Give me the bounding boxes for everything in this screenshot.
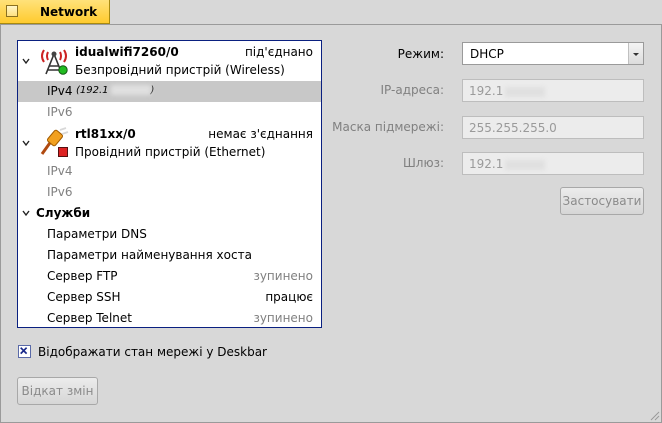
gateway-label: Шлюз:: [402, 156, 444, 170]
deskbar-checkbox-label: Відображати стан мережі у Deskbar: [38, 345, 267, 359]
window-tab[interactable]: Network: [0, 0, 110, 24]
window-title: Network: [40, 5, 98, 19]
service-item-hostname[interactable]: Параметри найменування хоста: [18, 245, 321, 266]
mode-label: Режим:: [397, 47, 444, 61]
interface-status: під'єднано: [244, 45, 313, 59]
protocol-item-ipv6[interactable]: IPv6: [18, 102, 321, 123]
network-list[interactable]: idualwifi7260/0 під'єднано Безпровідний …: [17, 40, 322, 328]
protocol-item-ipv4[interactable]: IPv4: [18, 161, 321, 182]
protocol-label: IPv6: [47, 185, 73, 199]
interface-item-wireless[interactable]: idualwifi7260/0 під'єднано Безпровідний …: [18, 41, 321, 81]
disconnected-status-icon: [58, 147, 68, 157]
subnet-mask-field[interactable]: 255.255.255.0: [462, 116, 644, 139]
service-label: Параметри найменування хоста: [47, 248, 252, 262]
resize-grip-icon[interactable]: [650, 411, 660, 421]
chevron-down-icon[interactable]: [22, 209, 30, 217]
mode-select[interactable]: DHCP: [462, 42, 644, 65]
subnet-mask-label: Маска підмережі:: [332, 120, 444, 134]
service-label: Сервер Telnet: [47, 311, 132, 325]
protocol-label: IPv4: [47, 164, 73, 178]
interface-item-ethernet[interactable]: rtl81xx/0 немає з'єднання Провідний прис…: [18, 123, 321, 163]
service-status: зупинено: [253, 269, 313, 283]
service-item-ftp[interactable]: Сервер FTP зупинено: [18, 266, 321, 287]
close-window-button[interactable]: [6, 5, 18, 17]
interface-type: Провідний пристрій (Ethernet): [75, 145, 266, 159]
chevron-down-icon[interactable]: [22, 139, 30, 147]
apply-button[interactable]: Застосувати: [560, 187, 644, 215]
service-label: Параметри DNS: [47, 227, 147, 241]
chevron-down-icon[interactable]: [22, 57, 30, 65]
interface-type: Безпровідний пристрій (Wireless): [75, 63, 285, 77]
dropdown-arrow-icon[interactable]: [628, 43, 643, 64]
services-header[interactable]: Служби: [18, 203, 321, 224]
service-item-telnet[interactable]: Сервер Telnet зупинено: [18, 308, 321, 327]
service-item-ssh[interactable]: Сервер SSH працює: [18, 287, 321, 308]
service-label: Сервер FTP: [47, 269, 118, 283]
service-item-dns[interactable]: Параметри DNS: [18, 224, 321, 245]
protocol-item-ipv6[interactable]: IPv6: [18, 182, 321, 203]
revert-button[interactable]: Відкат змін: [17, 377, 98, 405]
deskbar-checkbox[interactable]: [18, 345, 31, 358]
protocol-item-ipv4[interactable]: IPv4 (192.1): [18, 81, 321, 102]
service-status: працює: [265, 290, 313, 304]
service-status: зупинено: [253, 311, 313, 325]
interface-name: rtl81xx/0: [75, 127, 136, 141]
interface-name: idualwifi7260/0: [75, 45, 179, 59]
check-mark-icon: [20, 347, 28, 355]
connected-status-icon: [58, 65, 68, 75]
ip-address-field[interactable]: 192.1: [462, 79, 644, 102]
interface-status: немає з'єднання: [208, 127, 313, 141]
mode-value: DHCP: [470, 47, 504, 61]
gateway-field[interactable]: 192.1: [462, 152, 644, 175]
protocol-label: IPv4: [47, 84, 73, 98]
services-title: Служби: [36, 206, 91, 220]
service-label: Сервер SSH: [47, 290, 121, 304]
protocol-label: IPv6: [47, 105, 73, 119]
protocol-address: (192.1): [76, 85, 155, 96]
ip-label: IP-адреса:: [380, 83, 445, 97]
